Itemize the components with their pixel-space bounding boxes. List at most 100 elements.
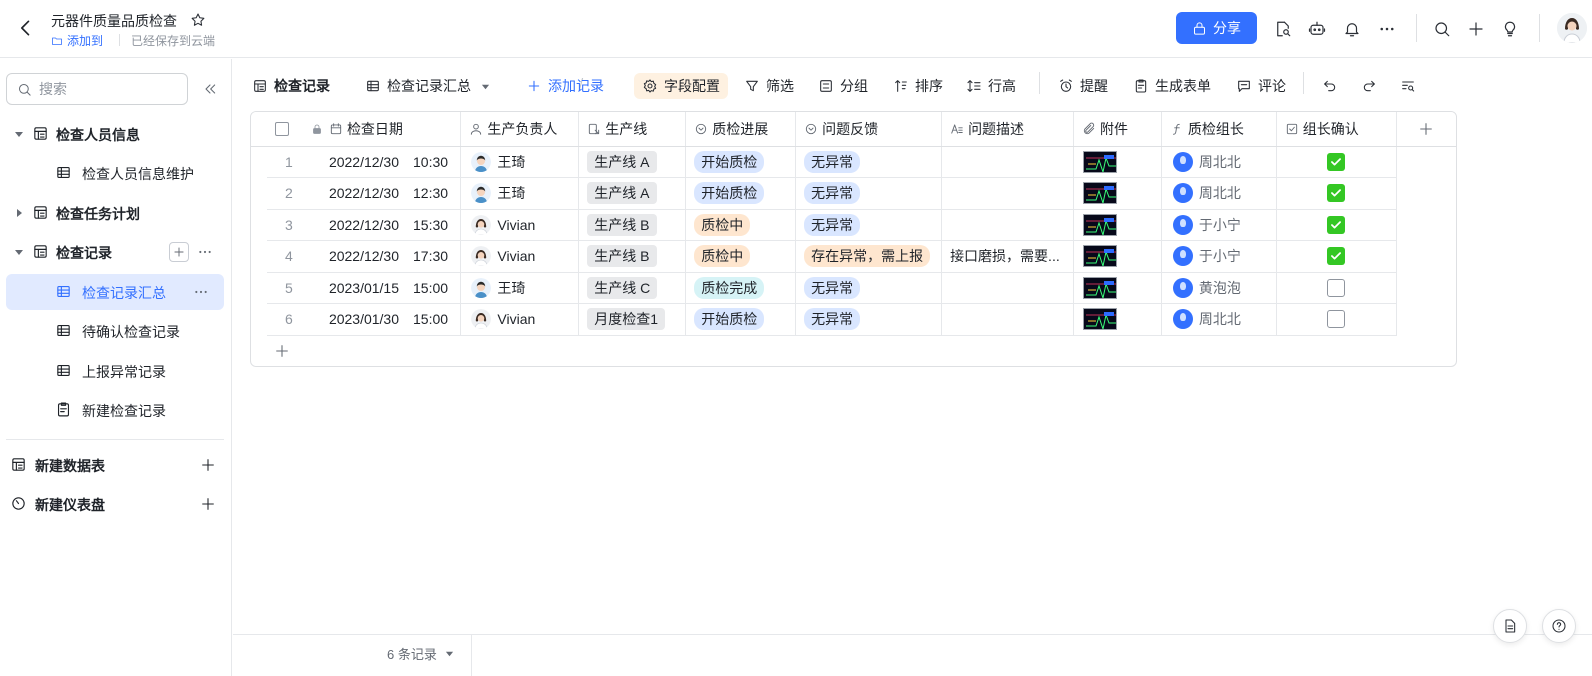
user-avatar[interactable]: [1557, 13, 1587, 43]
caret-down-icon[interactable]: [14, 247, 24, 257]
table-row[interactable]: 4 2022/12/30 17:30 Vivian 生产线 B 质检中 存在异常，需上报 接口…: [251, 240, 1456, 273]
cell-date[interactable]: 6 2023/01/30 15:00: [266, 303, 462, 336]
generate-form-button[interactable]: 生成表单: [1133, 73, 1211, 99]
cell-line[interactable]: 生产线 B: [578, 209, 687, 241]
tab-summary-view[interactable]: 检查记录汇总: [365, 73, 490, 99]
attachment-thumbnail[interactable]: [1083, 308, 1117, 331]
caret-down-icon[interactable]: [14, 129, 24, 139]
filter-button[interactable]: 筛选: [744, 73, 794, 99]
table-row[interactable]: 3 2022/12/30 15:30 Vivian 生产线 B 质检中 无异常 于小宁: [251, 209, 1456, 241]
table-row[interactable]: 5 2023/01/15 15:00 王琦 生产线 C 质检完成 无异常 黄泡泡: [251, 272, 1456, 304]
cell-date[interactable]: 5 2023/01/15 15:00: [266, 272, 462, 304]
new-table-button[interactable]: 新建数据表: [6, 447, 224, 483]
sidebar-item-exception-records[interactable]: 上报异常记录: [6, 353, 224, 389]
table-row[interactable]: 2 2022/12/30 12:30 王琦 生产线 A 开始质检 无异常 周北北: [251, 177, 1456, 210]
sidebar-search[interactable]: [6, 73, 188, 105]
cell-confirm[interactable]: [1276, 240, 1397, 273]
cell-description[interactable]: [941, 146, 1074, 178]
sidebar-item-records-summary[interactable]: 检查记录汇总: [6, 274, 224, 310]
column-header-date[interactable]: 检查日期: [266, 112, 462, 147]
select-all-checkbox[interactable]: [274, 121, 289, 136]
search-input[interactable]: [39, 81, 169, 97]
search-button[interactable]: [1430, 17, 1454, 41]
cell-leader[interactable]: 周北北: [1161, 177, 1277, 210]
column-header-line[interactable]: 生产线: [578, 112, 687, 147]
cell-leader[interactable]: 周北北: [1161, 303, 1277, 336]
cell-description[interactable]: 接口磨损，需要...: [941, 240, 1074, 273]
cell-owner[interactable]: 王琦: [460, 177, 580, 210]
cell-attachment[interactable]: [1073, 272, 1162, 304]
cell-progress[interactable]: 质检中: [685, 240, 797, 273]
table-row[interactable]: 1 2022/12/30 10:30 王琦 生产线 A 开始质检 无异常 周北北: [251, 146, 1456, 178]
record-count-dropdown[interactable]: 6 条记录: [387, 644, 454, 663]
confirm-checkbox[interactable]: [1327, 247, 1346, 266]
sidebar-item-new-record-form[interactable]: 新建检查记录: [6, 392, 224, 428]
add-dashboard-button[interactable]: [198, 494, 218, 514]
caret-down-icon[interactable]: [481, 82, 490, 91]
cell-progress[interactable]: 质检中: [685, 209, 797, 241]
cell-attachment[interactable]: [1073, 303, 1162, 336]
cell-line[interactable]: 月度检查1: [578, 303, 687, 336]
cell-progress[interactable]: 开始质检: [685, 303, 797, 336]
cell-owner[interactable]: 王琦: [460, 272, 580, 304]
doc-info-button[interactable]: [1271, 17, 1295, 41]
attachment-thumbnail[interactable]: [1083, 150, 1117, 173]
cell-feedback[interactable]: 无异常: [795, 303, 943, 336]
document-panel-button[interactable]: [1493, 609, 1527, 643]
confirm-checkbox[interactable]: [1327, 184, 1346, 203]
cell-attachment[interactable]: [1073, 240, 1162, 273]
cell-progress[interactable]: 开始质检: [685, 177, 797, 210]
create-button[interactable]: [1464, 17, 1488, 41]
cell-date[interactable]: 2 2022/12/30 12:30: [266, 177, 462, 210]
cell-leader[interactable]: 于小宁: [1161, 240, 1277, 273]
column-header-progress[interactable]: 质检进展: [685, 112, 797, 147]
attachment-thumbnail[interactable]: [1083, 276, 1117, 299]
cell-progress[interactable]: 开始质检: [685, 146, 797, 178]
cell-description[interactable]: [941, 209, 1074, 241]
cell-confirm[interactable]: [1276, 303, 1397, 336]
row-height-button[interactable]: 行高: [966, 73, 1016, 99]
add-column-button[interactable]: [1396, 112, 1456, 147]
cell-line[interactable]: 生产线 A: [578, 177, 687, 210]
item-more-button[interactable]: [195, 242, 215, 262]
new-dashboard-button[interactable]: 新建仪表盘: [6, 486, 224, 522]
help-button[interactable]: [1542, 609, 1576, 643]
cell-owner[interactable]: Vivian: [460, 303, 580, 336]
field-config-button[interactable]: 字段配置: [634, 73, 728, 99]
column-header-description[interactable]: 问题描述: [941, 112, 1074, 147]
cell-confirm[interactable]: [1276, 209, 1397, 241]
sidebar-item-inspection-records[interactable]: 检查记录: [6, 234, 224, 270]
cell-owner[interactable]: 王琦: [460, 146, 580, 178]
sort-button[interactable]: 排序: [893, 73, 943, 99]
comment-button[interactable]: 评论: [1236, 73, 1286, 99]
column-header-confirm[interactable]: 组长确认: [1276, 112, 1397, 147]
confirm-checkbox[interactable]: [1327, 310, 1346, 329]
cell-owner[interactable]: Vivian: [460, 209, 580, 241]
sidebar-item-inspector-info[interactable]: 检查人员信息: [6, 116, 224, 152]
cell-leader[interactable]: 黄泡泡: [1161, 272, 1277, 304]
column-header-leader[interactable]: 质检组长: [1161, 112, 1277, 147]
cell-date[interactable]: 3 2022/12/30 15:30: [266, 209, 462, 241]
star-icon[interactable]: [190, 12, 206, 28]
column-header-attachment[interactable]: 附件: [1073, 112, 1162, 147]
attachment-thumbnail[interactable]: [1083, 245, 1117, 268]
cell-attachment[interactable]: [1073, 209, 1162, 241]
cell-line[interactable]: 生产线 C: [578, 272, 687, 304]
cell-confirm[interactable]: [1276, 177, 1397, 210]
back-button[interactable]: [14, 16, 38, 40]
add-table-button[interactable]: [198, 455, 218, 475]
cell-line[interactable]: 生产线 A: [578, 146, 687, 178]
cell-confirm[interactable]: [1276, 146, 1397, 178]
remind-button[interactable]: 提醒: [1058, 73, 1108, 99]
cell-leader[interactable]: 于小宁: [1161, 209, 1277, 241]
cell-feedback[interactable]: 无异常: [795, 272, 943, 304]
caret-right-icon[interactable]: [14, 208, 24, 218]
cell-owner[interactable]: Vivian: [460, 240, 580, 273]
confirm-checkbox[interactable]: [1327, 278, 1346, 297]
cell-date[interactable]: 4 2022/12/30 17:30: [266, 240, 462, 273]
tips-button[interactable]: [1498, 17, 1522, 41]
sidebar-item-pending-records[interactable]: 待确认检查记录: [6, 313, 224, 349]
cell-feedback[interactable]: 无异常: [795, 177, 943, 210]
more-button[interactable]: [1375, 17, 1399, 41]
cell-description[interactable]: [941, 272, 1074, 304]
